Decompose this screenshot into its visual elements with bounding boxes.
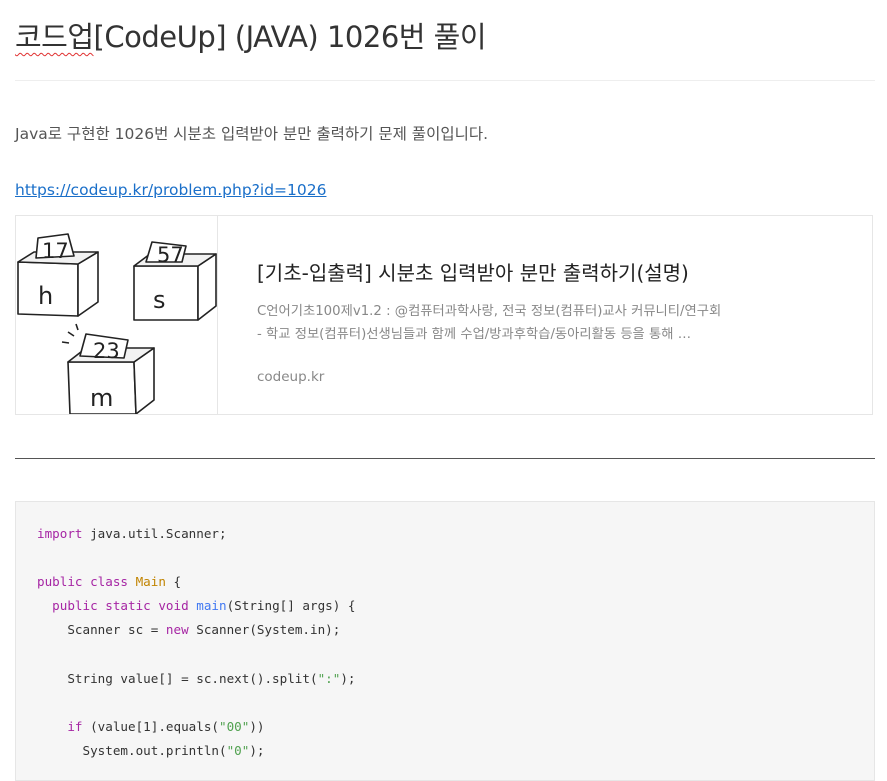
- code-token: );: [340, 670, 356, 686]
- code-token: java.util.Scanner;: [82, 526, 227, 541]
- code-token: Main: [135, 574, 166, 590]
- code-token: if: [67, 718, 83, 734]
- second-letter: s: [153, 286, 166, 314]
- hour-letter: h: [38, 282, 53, 310]
- code-token: );: [249, 742, 265, 758]
- code-token: ":": [317, 670, 341, 686]
- hour-number: 17: [42, 239, 69, 263]
- code-token: Scanner(System.in);: [188, 622, 341, 638]
- code-token: "00": [219, 718, 250, 734]
- code-token: System.out.println(: [82, 742, 227, 758]
- code-token: public static void: [52, 598, 189, 614]
- title-text: [CodeUp] (JAVA) 1026번 풀이: [93, 20, 487, 54]
- code-token: import: [37, 526, 83, 541]
- code-token: "0": [226, 742, 250, 758]
- code-token: new: [165, 622, 189, 638]
- code-token: main: [196, 598, 227, 614]
- title-divider: [15, 80, 875, 81]
- title-prefix: 코드업: [15, 20, 94, 54]
- link-preview-card[interactable]: 17 h 57 s 23 m [기초-입출력] 시분초 입력받아 분만 출력하기…: [15, 215, 873, 415]
- second-number: 57: [157, 243, 184, 267]
- code-token: )): [249, 718, 265, 734]
- time-boxes-illustration: 17 h 57 s 23 m: [17, 233, 217, 415]
- code-block: import java.util.Scanner; public class M…: [15, 501, 875, 781]
- code-token: public class: [37, 574, 128, 590]
- minute-letter: m: [90, 384, 113, 412]
- card-description: C언어기초100제v1.2 : @컴퓨터과학사랑, 전국 정보(컴퓨터)교사 커…: [257, 304, 722, 342]
- code-token: String value[] = sc.next().split(: [67, 670, 318, 686]
- problem-link[interactable]: https://codeup.kr/problem.php?id=1026: [15, 181, 326, 199]
- code-content: import java.util.Scanner; public class M…: [37, 522, 356, 763]
- card-thumbnail: 17 h 57 s 23 m: [16, 216, 218, 415]
- card-title: [기초-입출력] 시분초 입력받아 분만 출력하기(설명): [257, 261, 689, 285]
- code-token: Scanner sc =: [67, 622, 166, 638]
- code-token: {: [165, 574, 182, 590]
- minute-number: 23: [93, 339, 120, 363]
- code-token: (String[] args) {: [226, 598, 356, 614]
- section-divider: [15, 458, 875, 459]
- intro-text: Java로 구현한 1026번 시분초 입력받아 분만 출력하기 문제 풀이입니…: [15, 125, 489, 143]
- code-token: (value[1].equals(: [82, 718, 219, 734]
- card-domain: codeup.kr: [257, 369, 325, 385]
- page-title: 코드업[CodeUp] (JAVA) 1026번 풀이: [15, 14, 487, 56]
